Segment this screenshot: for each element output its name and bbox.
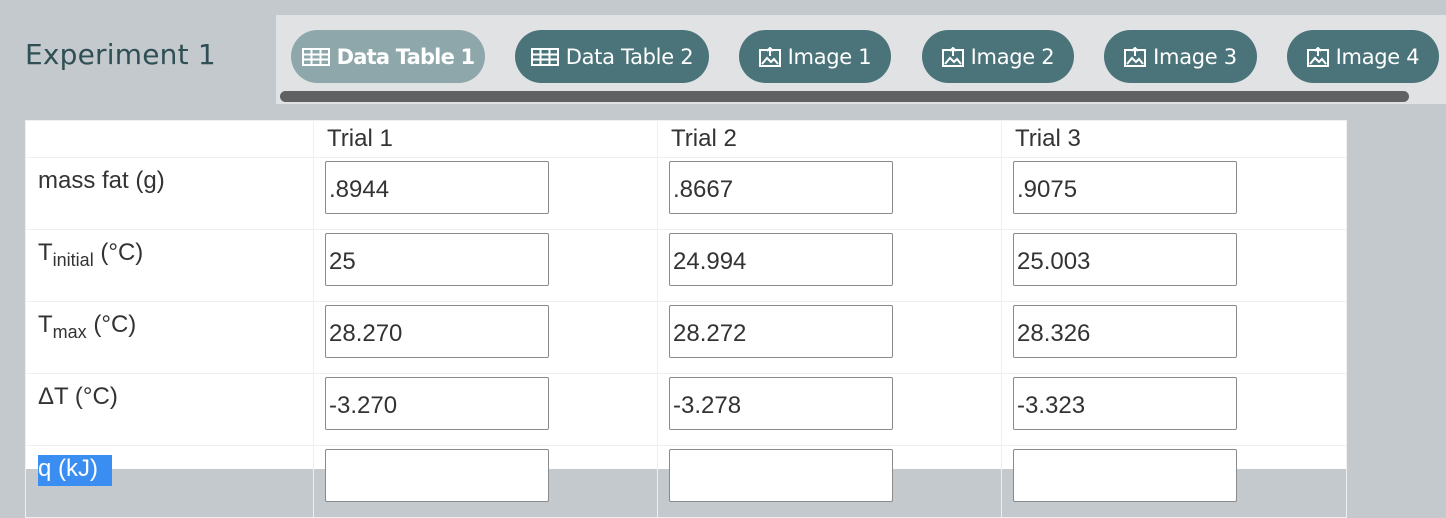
mass-fat-trial-3-input[interactable]: .9075 bbox=[1013, 161, 1237, 214]
image-icon bbox=[758, 46, 781, 67]
table-header-row: Trial 1 Trial 2 Trial 3 bbox=[25, 120, 1347, 158]
image-icon bbox=[1124, 46, 1147, 67]
label-subscript: initial bbox=[52, 249, 94, 270]
header-trial-3: Trial 3 bbox=[1001, 120, 1347, 158]
table-icon bbox=[301, 47, 330, 66]
header-trial-1: Trial 1 bbox=[313, 120, 658, 158]
header-empty bbox=[25, 120, 314, 158]
label-main: T bbox=[38, 311, 53, 338]
tab-image-2[interactable]: Image 2 bbox=[922, 30, 1074, 83]
tab-data-table-1[interactable]: Data Table 1 bbox=[291, 30, 485, 83]
header-trial-2: Trial 2 bbox=[657, 120, 1002, 158]
tab-label: Image 1 bbox=[787, 44, 872, 69]
delta-t-trial-2-input[interactable]: -3.278 bbox=[669, 377, 893, 430]
mass-fat-trial-2-input[interactable]: .8667 bbox=[669, 161, 893, 214]
tab-label: Data Table 2 bbox=[565, 44, 694, 69]
tab-image-3[interactable]: Image 3 bbox=[1104, 30, 1257, 83]
q-trial-3-input[interactable] bbox=[1013, 449, 1237, 502]
row-label-t-initial: Tinitial (°C) bbox=[25, 229, 314, 302]
t-initial-trial-1-input[interactable]: 25 bbox=[325, 233, 549, 286]
table-row: mass fat (g) .8944 .8667 .9075 bbox=[25, 157, 1347, 230]
tab-bar: Data Table 1 Data Table 2 Image 1 Image … bbox=[276, 15, 1446, 104]
row-label-q: q (kJ) bbox=[25, 445, 314, 518]
tab-label: Data Table 1 bbox=[336, 44, 476, 69]
row-label-delta-t: ΔT (°C) bbox=[25, 373, 314, 446]
row-label-mass-fat: mass fat (g) bbox=[25, 157, 314, 230]
image-icon bbox=[941, 46, 964, 67]
tab-image-1[interactable]: Image 1 bbox=[739, 30, 891, 83]
table-row: Tmax (°C) 28.270 28.272 28.326 bbox=[25, 301, 1347, 374]
data-table-panel: Trial 1 Trial 2 Trial 3 mass fat (g) .89… bbox=[25, 120, 1347, 518]
table-row: Tinitial (°C) 25 24.994 25.003 bbox=[25, 229, 1347, 302]
q-trial-2-input[interactable] bbox=[669, 449, 893, 502]
delta-t-trial-1-input[interactable]: -3.270 bbox=[325, 377, 549, 430]
label-unit: (°C) bbox=[86, 311, 137, 338]
table-row: q (kJ) bbox=[25, 445, 1347, 518]
t-max-trial-2-input[interactable]: 28.272 bbox=[669, 305, 893, 358]
t-max-trial-1-input[interactable]: 28.270 bbox=[325, 305, 549, 358]
t-initial-trial-2-input[interactable]: 24.994 bbox=[669, 233, 893, 286]
q-trial-1-input[interactable] bbox=[325, 449, 549, 502]
tab-label: Image 4 bbox=[1335, 44, 1420, 69]
tab-data-table-2[interactable]: Data Table 2 bbox=[515, 30, 709, 83]
tab-label: Image 3 bbox=[1153, 44, 1237, 69]
label-subscript: max bbox=[52, 321, 87, 342]
delta-t-trial-3-input[interactable]: -3.323 bbox=[1013, 377, 1237, 430]
selected-text: q (kJ) bbox=[38, 455, 112, 486]
row-label-t-max: Tmax (°C) bbox=[25, 301, 314, 374]
mass-fat-trial-1-input[interactable]: .8944 bbox=[325, 161, 549, 214]
t-initial-trial-3-input[interactable]: 25.003 bbox=[1013, 233, 1237, 286]
tab-image-4[interactable]: Image 4 bbox=[1287, 30, 1439, 83]
experiment-title: Experiment 1 bbox=[25, 38, 216, 71]
table-icon bbox=[530, 47, 559, 66]
table-row: ΔT (°C) -3.270 -3.278 -3.323 bbox=[25, 373, 1347, 446]
tab-scrollbar[interactable] bbox=[280, 91, 1409, 102]
label-main: T bbox=[38, 239, 53, 266]
tab-label: Image 2 bbox=[970, 44, 1055, 69]
label-unit: (°C) bbox=[93, 239, 144, 266]
image-icon bbox=[1306, 46, 1329, 67]
data-table: Trial 1 Trial 2 Trial 3 mass fat (g) .89… bbox=[25, 120, 1347, 518]
t-max-trial-3-input[interactable]: 28.326 bbox=[1013, 305, 1237, 358]
